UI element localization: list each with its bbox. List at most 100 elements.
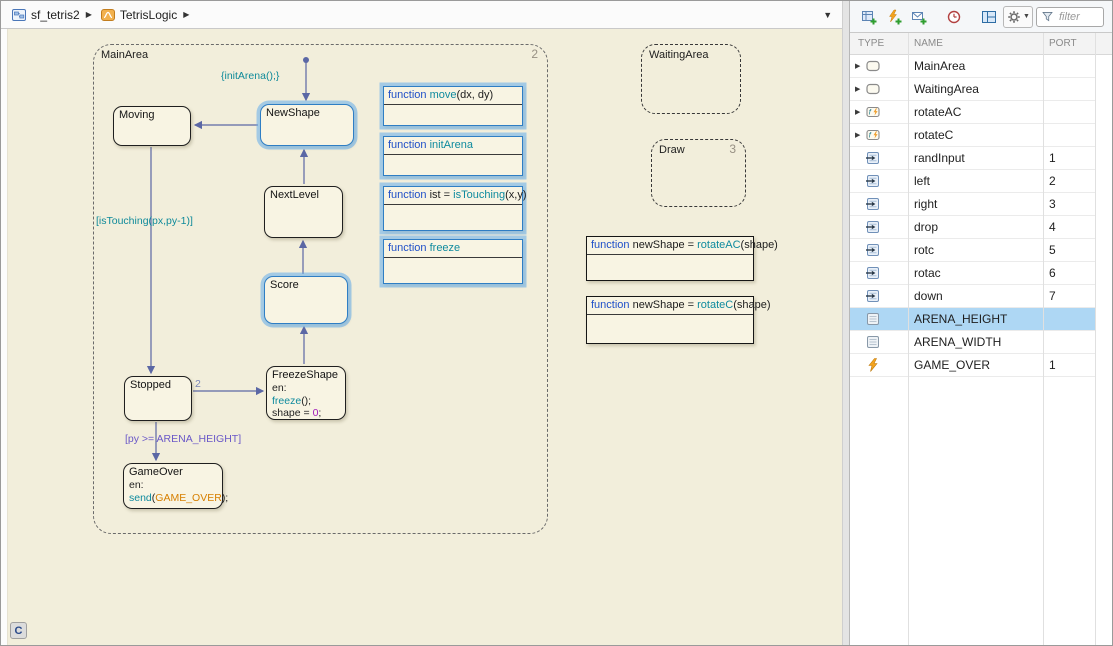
layout-button[interactable] [978, 6, 1000, 28]
state-moving[interactable]: Moving [113, 106, 191, 146]
symbol-row-right[interactable]: right 3 [850, 193, 1096, 216]
chart-icon [100, 7, 116, 23]
symbol-name: right [908, 197, 1044, 211]
symbol-row-randinput[interactable]: randInput 1 [850, 147, 1096, 170]
gear-icon [1006, 9, 1022, 25]
expander-icon[interactable]: ▶ [855, 131, 865, 139]
function-rotateac[interactable]: function newShape = rotateAC(shape) [586, 236, 754, 281]
expander-icon[interactable]: ▶ [855, 62, 865, 70]
create-event-button[interactable] [883, 6, 905, 28]
filter-box [1036, 7, 1104, 27]
function-icon [865, 104, 881, 120]
symbol-port: 1 [1044, 151, 1096, 165]
state-newshape[interactable]: NewShape [260, 104, 354, 146]
transition-label-init[interactable]: {initArena();} [221, 70, 279, 82]
state-title: MainArea [101, 49, 148, 61]
event-icon [865, 357, 881, 373]
constant-data-icon [865, 334, 881, 350]
symbol-row-left[interactable]: left 2 [850, 170, 1096, 193]
symbol-row-rotac[interactable]: rotac 6 [850, 262, 1096, 285]
settings-button[interactable]: ▼ [1003, 6, 1033, 28]
symbol-row-game-over[interactable]: GAME_OVER 1 [850, 354, 1096, 377]
breadcrumb-separator-icon: ▶ [86, 10, 92, 19]
action-language-badge[interactable]: C [10, 622, 27, 639]
symbol-row-arena-height[interactable]: ARENA_HEIGHT [850, 308, 1096, 331]
chevron-down-icon: ▼ [1023, 13, 1030, 20]
symbol-port: 5 [1044, 243, 1096, 257]
symbol-row-mainarea[interactable]: ▶ MainArea [850, 55, 1096, 78]
function-freeze[interactable]: function freeze [383, 239, 523, 284]
expander-icon[interactable]: ▶ [855, 85, 865, 93]
stateflow-editor-window: sf_tetris2 ▶ TetrisLogic ▶ ▼ [0, 0, 1113, 646]
symbol-row-down[interactable]: down 7 [850, 285, 1096, 308]
column-header-type: TYPE [850, 38, 908, 49]
state-draw[interactable]: Draw 3 [651, 139, 746, 207]
symbol-name: rotateC [908, 128, 1044, 142]
symbol-port: 2 [1044, 174, 1096, 188]
symbol-row-waitingarea[interactable]: ▶ WaitingArea [850, 78, 1096, 101]
function-lhs: ist = [430, 189, 454, 201]
function-rotatec[interactable]: function newShape = rotateC(shape) [586, 296, 754, 344]
function-name: rotateAC [697, 239, 740, 251]
transition-label-arenaheight[interactable]: [py >= ARENA_HEIGHT] [125, 433, 241, 445]
state-nextlevel[interactable]: NextLevel [264, 186, 343, 238]
input-data-icon [865, 219, 881, 235]
function-move[interactable]: function move(dx, dy) [383, 86, 523, 126]
transition-label-istouching[interactable]: [isTouching(px,py-1)] [96, 215, 193, 227]
state-title: Draw [659, 144, 685, 156]
function-lhs: newShape = [633, 239, 698, 251]
symbol-name: left [908, 174, 1044, 188]
symbol-name: ARENA_WIDTH [908, 335, 1044, 349]
panel-splitter[interactable] [842, 1, 849, 645]
state-gameover[interactable]: GameOver en: send(GAME_OVER); [123, 463, 223, 509]
state-icon [865, 58, 881, 74]
state-title: Stopped [130, 379, 186, 391]
symbol-row-arena-width[interactable]: ARENA_WIDTH [850, 331, 1096, 354]
history-button[interactable] [943, 6, 965, 28]
function-icon [865, 127, 881, 143]
state-score[interactable]: Score [264, 276, 348, 324]
breadcrumb-model[interactable]: sf_tetris2 [31, 8, 80, 22]
symbol-row-rotatec[interactable]: ▶ rotateC [850, 124, 1096, 147]
chart-canvas[interactable]: MainArea 2 {initArena();} [isTouching(px… [1, 29, 842, 645]
symbol-port: 3 [1044, 197, 1096, 211]
symbol-row-rotc[interactable]: rotc 5 [850, 239, 1096, 262]
expander-icon[interactable]: ▶ [855, 108, 865, 116]
state-actions: en: send(GAME_OVER); [129, 479, 217, 504]
create-message-button[interactable] [908, 6, 930, 28]
symbol-name: rotc [908, 243, 1044, 257]
breadcrumb-separator-icon: ▶ [183, 10, 189, 19]
state-freezeshape[interactable]: FreezeShape en: freeze(); shape = 0; [266, 366, 346, 420]
state-waitingarea[interactable]: WaitingArea [641, 44, 741, 114]
create-data-button[interactable] [858, 6, 880, 28]
en-keyword: en: [272, 382, 287, 394]
function-istouching[interactable]: function ist = isTouching(x,y) [383, 186, 523, 231]
filter-funnel-icon [1041, 10, 1054, 23]
filter-input[interactable] [1057, 10, 1099, 24]
breadcrumb-overflow-button[interactable]: ▼ [823, 10, 832, 20]
function-name: move [430, 89, 457, 101]
symbols-table: TYPE NAME PORT ▶ MainArea ▶ WaitingArea … [850, 33, 1112, 645]
function-initarena[interactable]: function initArena [383, 136, 523, 176]
state-stopped[interactable]: Stopped [124, 376, 192, 421]
subchart-badge: 3 [729, 142, 736, 156]
function-call: freeze [272, 395, 301, 407]
function-args: (dx, dy) [457, 89, 494, 101]
symbol-port: 6 [1044, 266, 1096, 280]
symbols-table-header: TYPE NAME PORT [850, 33, 1112, 55]
add-event-icon [886, 9, 902, 25]
symbol-port: 4 [1044, 220, 1096, 234]
transition-priority-label[interactable]: 2 [195, 378, 201, 390]
function-keyword: function [591, 299, 630, 311]
state-title: NextLevel [270, 189, 337, 201]
symbol-row-drop[interactable]: drop 4 [850, 216, 1096, 239]
function-call: send [129, 492, 152, 504]
breadcrumb-chart[interactable]: TetrisLogic [120, 8, 177, 22]
function-args: (shape) [741, 239, 778, 251]
symbol-name: GAME_OVER [908, 358, 1044, 372]
model-icon [11, 7, 27, 23]
function-args: (shape) [733, 299, 770, 311]
symbol-name: WaitingArea [908, 82, 1044, 96]
symbols-panel: ▼ TYPE NAME PORT ▶ MainArea ▶ WaitingAre… [849, 1, 1112, 645]
symbol-row-rotateac[interactable]: ▶ rotateAC [850, 101, 1096, 124]
